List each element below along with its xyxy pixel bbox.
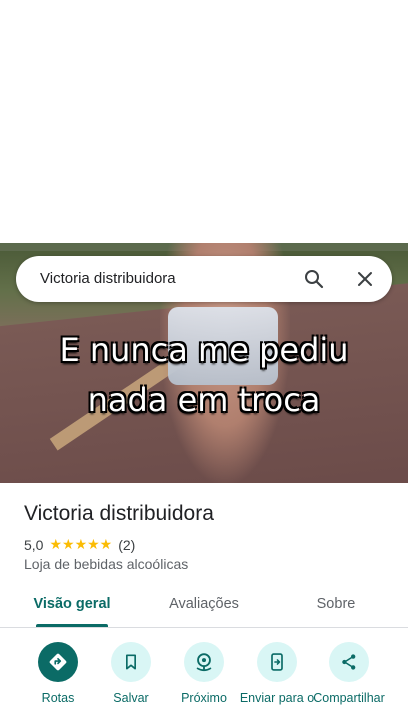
- rating-row[interactable]: 5,0 ★★★★★ (2): [24, 536, 135, 553]
- active-tab-indicator: [36, 624, 108, 627]
- close-icon[interactable]: [353, 267, 377, 291]
- share-button[interactable]: Compartilhar: [311, 642, 387, 705]
- send-to-phone-button[interactable]: Enviar para o: [239, 642, 315, 705]
- directions-icon: [38, 642, 78, 682]
- nearby-button[interactable]: Próximo: [166, 642, 242, 705]
- save-label: Salvar: [113, 691, 149, 705]
- rating-stars: ★★★★★: [49, 536, 113, 552]
- send-to-phone-icon: [257, 642, 297, 682]
- search-bar[interactable]: Victoria distribuidora: [16, 256, 392, 302]
- search-icon[interactable]: [302, 267, 326, 291]
- nearby-label: Próximo: [181, 691, 227, 705]
- save-button[interactable]: Salvar: [93, 642, 169, 705]
- action-bar: Rotas Salvar Próximo Enviar para o Compa…: [0, 640, 408, 726]
- place-category: Loja de bebidas alcoólicas: [24, 556, 189, 572]
- search-query[interactable]: Victoria distribuidora: [40, 270, 176, 287]
- bookmark-icon: [111, 642, 151, 682]
- share-label: Compartilhar: [313, 691, 385, 705]
- blank-top-area: [0, 0, 408, 243]
- directions-button[interactable]: Rotas: [20, 642, 96, 705]
- tab-reviews[interactable]: Avaliações: [154, 596, 254, 612]
- rating-value: 5,0: [24, 536, 44, 553]
- tab-about[interactable]: Sobre: [296, 596, 376, 612]
- place-tabs: Visão geral Avaliações Sobre: [0, 584, 408, 628]
- photo-caption: E nunca me pediu nada em troca: [0, 325, 408, 425]
- tab-overview[interactable]: Visão geral: [24, 596, 120, 612]
- photo-caption-line-1: E nunca me pediu: [59, 331, 349, 369]
- send-to-phone-label: Enviar para o: [239, 691, 315, 705]
- directions-label: Rotas: [41, 691, 75, 705]
- review-count: (2): [118, 536, 136, 553]
- photo-caption-line-2: nada em troca: [87, 381, 321, 419]
- nearby-icon: [184, 642, 224, 682]
- place-title: Victoria distribuidora: [24, 502, 214, 525]
- share-icon: [329, 642, 369, 682]
